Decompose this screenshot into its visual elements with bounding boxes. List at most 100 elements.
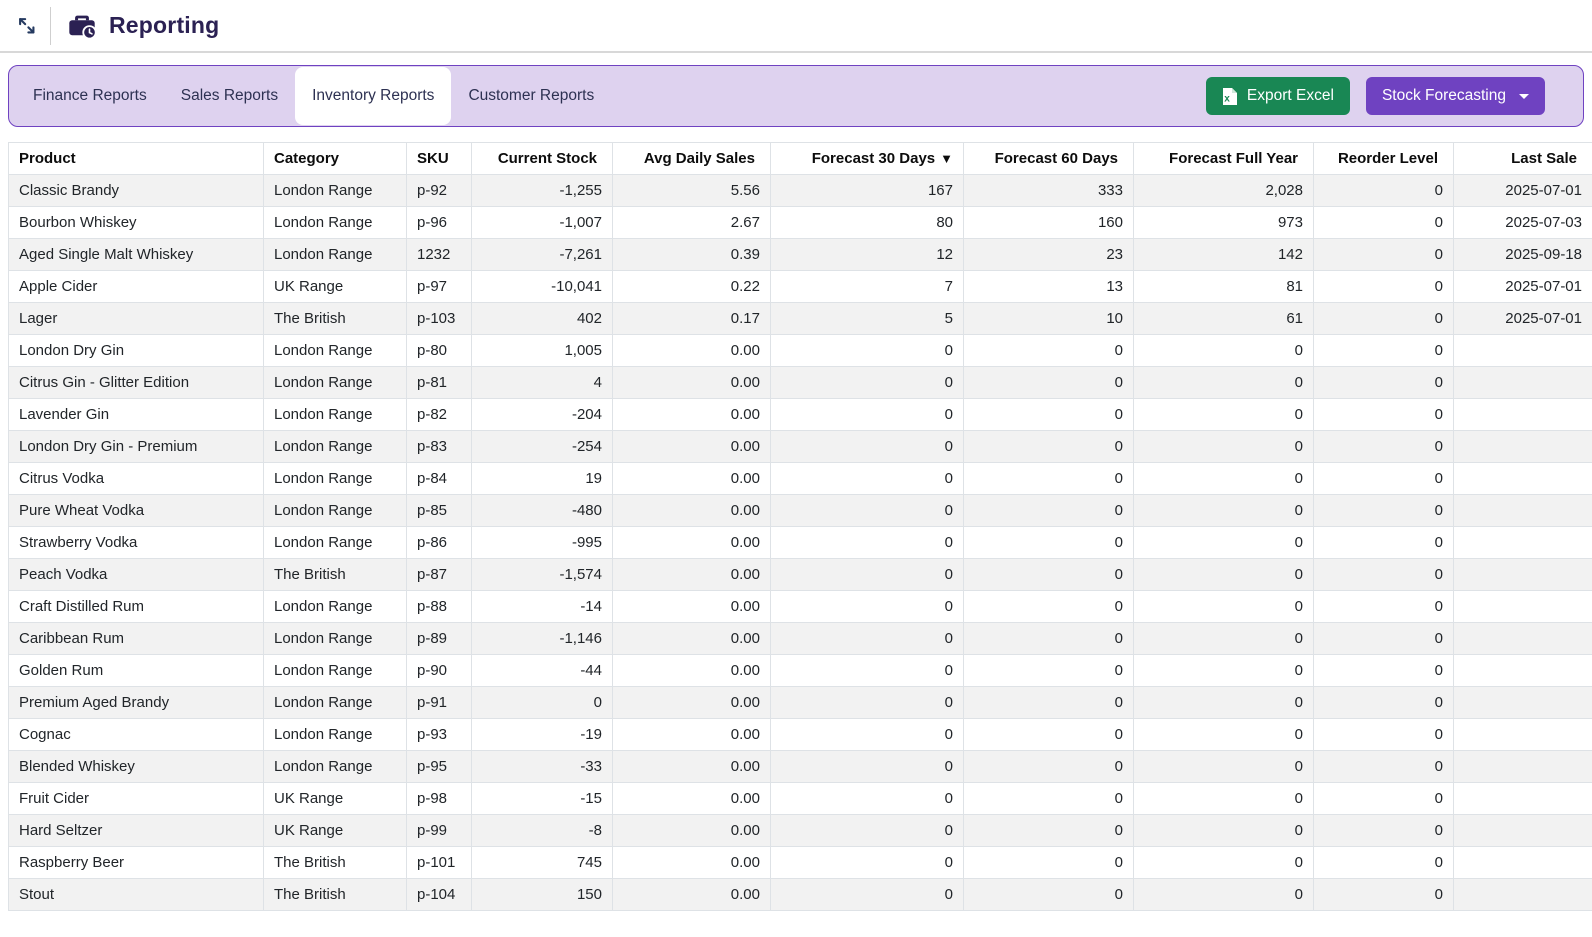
- col-label: Category: [274, 150, 339, 167]
- cell-sku: p-80: [407, 335, 472, 367]
- table-header: Product Category SKU Current Stock Avg D…: [9, 143, 1592, 175]
- cell-sku: p-82: [407, 399, 472, 431]
- cell-category: London Range: [264, 335, 407, 367]
- cell-avg-daily-sales: 0.00: [613, 399, 771, 431]
- col-header-forecast-30-days[interactable]: Forecast 30 Days▼: [771, 143, 964, 175]
- cell-product: Peach Vodka: [9, 559, 264, 591]
- export-excel-button[interactable]: x Export Excel: [1206, 77, 1350, 115]
- cell-forecast-60-days: 0: [964, 623, 1134, 655]
- cell-avg-daily-sales: 0.00: [613, 335, 771, 367]
- cell-forecast-full-year: 0: [1134, 879, 1314, 911]
- table-row: Aged Single Malt Whiskey London Range 12…: [9, 239, 1592, 271]
- cell-current-stock: 0: [472, 687, 613, 719]
- cell-last-sale: [1454, 527, 1592, 559]
- cell-category: London Range: [264, 751, 407, 783]
- table-row: Golden Rum London Range p-90 -44 0.00 0 …: [9, 655, 1592, 687]
- cell-category: UK Range: [264, 271, 407, 303]
- cell-category: London Range: [264, 591, 407, 623]
- svg-text:x: x: [1224, 93, 1230, 104]
- cell-sku: p-87: [407, 559, 472, 591]
- cell-reorder-level: 0: [1314, 207, 1454, 239]
- cell-forecast-60-days: 0: [964, 335, 1134, 367]
- table-row: Peach Vodka The British p-87 -1,574 0.00…: [9, 559, 1592, 591]
- cell-current-stock: 402: [472, 303, 613, 335]
- cell-sku: p-97: [407, 271, 472, 303]
- cell-avg-daily-sales: 0.00: [613, 591, 771, 623]
- table-row: Pure Wheat Vodka London Range p-85 -480 …: [9, 495, 1592, 527]
- cell-current-stock: -33: [472, 751, 613, 783]
- cell-current-stock: -8: [472, 815, 613, 847]
- cell-sku: p-96: [407, 207, 472, 239]
- table-body: Classic Brandy London Range p-92 -1,255 …: [9, 175, 1592, 911]
- cell-last-sale: 2025-07-01: [1454, 271, 1592, 303]
- cell-forecast-30-days: 0: [771, 527, 964, 559]
- cell-reorder-level: 0: [1314, 783, 1454, 815]
- cell-last-sale: [1454, 623, 1592, 655]
- cell-last-sale: [1454, 783, 1592, 815]
- report-tabs: Finance Reports Sales Reports Inventory …: [16, 66, 1206, 126]
- cell-current-stock: 1,005: [472, 335, 613, 367]
- col-header-avg-daily-sales[interactable]: Avg Daily Sales: [613, 143, 771, 175]
- cell-reorder-level: 0: [1314, 431, 1454, 463]
- cell-sku: 1232: [407, 239, 472, 271]
- cell-category: The British: [264, 879, 407, 911]
- cell-current-stock: -480: [472, 495, 613, 527]
- table-row: Strawberry Vodka London Range p-86 -995 …: [9, 527, 1592, 559]
- col-header-category[interactable]: Category: [264, 143, 407, 175]
- cell-reorder-level: 0: [1314, 879, 1454, 911]
- col-header-sku[interactable]: SKU: [407, 143, 472, 175]
- table-row: London Dry Gin London Range p-80 1,005 0…: [9, 335, 1592, 367]
- cell-last-sale: [1454, 335, 1592, 367]
- cell-category: London Range: [264, 399, 407, 431]
- cell-current-stock: -10,041: [472, 271, 613, 303]
- cell-avg-daily-sales: 0.00: [613, 783, 771, 815]
- cell-product: Raspberry Beer: [9, 847, 264, 879]
- cell-forecast-full-year: 0: [1134, 495, 1314, 527]
- col-header-last-sale[interactable]: Last Sale: [1454, 143, 1592, 175]
- col-label: Forecast Full Year: [1169, 150, 1298, 167]
- col-header-forecast-60-days[interactable]: Forecast 60 Days: [964, 143, 1134, 175]
- cell-forecast-full-year: 0: [1134, 719, 1314, 751]
- cell-avg-daily-sales: 0.00: [613, 751, 771, 783]
- col-header-forecast-full-year[interactable]: Forecast Full Year: [1134, 143, 1314, 175]
- cell-product: Bourbon Whiskey: [9, 207, 264, 239]
- cell-reorder-level: 0: [1314, 175, 1454, 207]
- cell-forecast-full-year: 0: [1134, 783, 1314, 815]
- cell-avg-daily-sales: 0.00: [613, 463, 771, 495]
- cell-sku: p-84: [407, 463, 472, 495]
- cell-category: The British: [264, 303, 407, 335]
- cell-product: Stout: [9, 879, 264, 911]
- cell-product: Lager: [9, 303, 264, 335]
- tab-customer-reports[interactable]: Customer Reports: [451, 67, 611, 125]
- cell-avg-daily-sales: 2.67: [613, 207, 771, 239]
- tab-finance-reports[interactable]: Finance Reports: [16, 67, 164, 125]
- table-row: Blended Whiskey London Range p-95 -33 0.…: [9, 751, 1592, 783]
- cell-avg-daily-sales: 0.00: [613, 847, 771, 879]
- cell-product: Craft Distilled Rum: [9, 591, 264, 623]
- tab-sales-reports[interactable]: Sales Reports: [164, 67, 295, 125]
- cell-forecast-30-days: 7: [771, 271, 964, 303]
- table-row: Premium Aged Brandy London Range p-91 0 …: [9, 687, 1592, 719]
- cell-forecast-30-days: 167: [771, 175, 964, 207]
- cell-forecast-full-year: 0: [1134, 847, 1314, 879]
- cell-product: Lavender Gin: [9, 399, 264, 431]
- cell-last-sale: [1454, 399, 1592, 431]
- tab-inventory-reports[interactable]: Inventory Reports: [295, 67, 451, 125]
- table-row: Lavender Gin London Range p-82 -204 0.00…: [9, 399, 1592, 431]
- sort-descending-icon: ▼: [940, 151, 953, 166]
- col-header-reorder-level[interactable]: Reorder Level: [1314, 143, 1454, 175]
- cell-avg-daily-sales: 0.00: [613, 879, 771, 911]
- cell-reorder-level: 0: [1314, 463, 1454, 495]
- col-header-current-stock[interactable]: Current Stock: [472, 143, 613, 175]
- table-row: Apple Cider UK Range p-97 -10,041 0.22 7…: [9, 271, 1592, 303]
- cell-current-stock: -19: [472, 719, 613, 751]
- col-header-product[interactable]: Product: [9, 143, 264, 175]
- cell-category: UK Range: [264, 815, 407, 847]
- expand-icon[interactable]: [12, 11, 42, 41]
- cell-product: Pure Wheat Vodka: [9, 495, 264, 527]
- inventory-forecast-table: Product Category SKU Current Stock Avg D…: [8, 142, 1592, 911]
- stock-forecasting-button[interactable]: Stock Forecasting: [1366, 77, 1545, 115]
- cell-avg-daily-sales: 0.39: [613, 239, 771, 271]
- cell-reorder-level: 0: [1314, 527, 1454, 559]
- cell-current-stock: -995: [472, 527, 613, 559]
